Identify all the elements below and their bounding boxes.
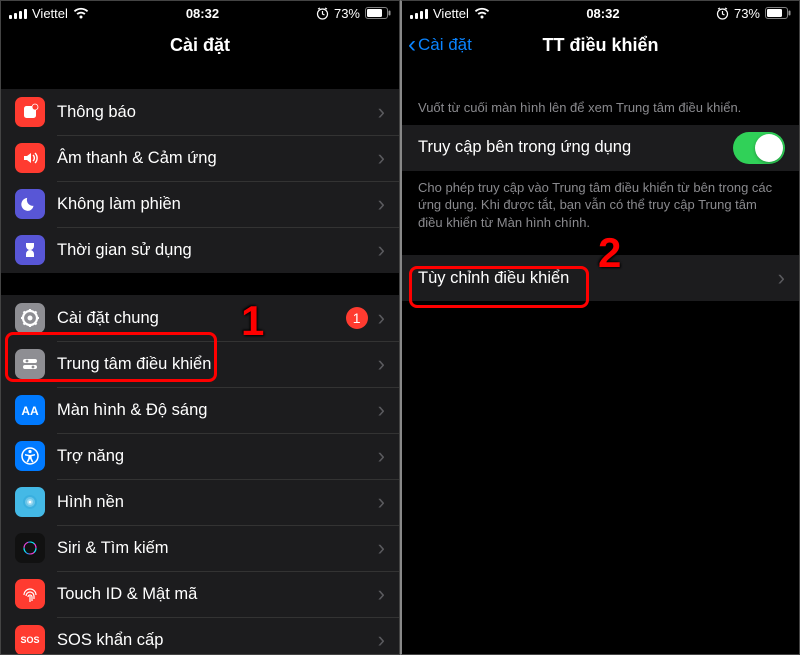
screentime-icon [15,235,45,265]
chevron-right-icon: › [378,351,385,377]
sos-icon: SOS [15,625,45,655]
row-accessibility[interactable]: Trợ năng › [1,433,399,479]
row-label: Trung tâm điều khiển [57,355,378,374]
chevron-right-icon: › [378,489,385,515]
row-display[interactable]: AA Màn hình & Độ sáng › [1,387,399,433]
row-label: Truy cập bên trong ứng dụng [418,138,733,157]
wallpaper-icon [15,487,45,517]
battery-icon [365,7,391,19]
row-label: Trợ năng [57,447,378,466]
chevron-right-icon: › [378,443,385,469]
siri-icon [15,533,45,563]
wifi-icon [474,7,490,19]
row-notifications[interactable]: Thông báo › [1,89,399,135]
row-label: Thời gian sử dụng [57,241,378,260]
row-sounds[interactable]: Âm thanh & Cảm ứng › [1,135,399,181]
chevron-right-icon: › [378,99,385,125]
status-bar: Viettel 08:32 73% [1,1,399,23]
carrier-label: Viettel [433,6,469,21]
clock-label: 08:32 [586,6,619,21]
status-bar: Viettel 08:32 73% [402,1,799,23]
nav-header: ‹ Cài đặt TT điều khiển [402,23,799,67]
notifications-icon [15,97,45,127]
row-access-toggle[interactable]: Truy cập bên trong ứng dụng [402,125,799,171]
svg-text:AA: AA [21,404,39,418]
group-customize: Tùy chỉnh điều khiển › [402,255,799,301]
page-title: TT điều khiển [542,35,658,56]
row-dnd[interactable]: Không làm phiền › [1,181,399,227]
toggle-switch[interactable] [733,132,785,164]
screen-control-center: Viettel 08:32 73% ‹ Cài đặt TT điều khiể… [400,0,800,655]
row-label: Touch ID & Mật mã [57,585,378,604]
back-label: Cài đặt [418,35,472,55]
row-label: SOS khẩn cấp [57,631,378,650]
chevron-right-icon: › [378,535,385,561]
chevron-left-icon: ‹ [408,33,416,57]
back-button[interactable]: ‹ Cài đặt [408,33,472,57]
row-screentime[interactable]: Thời gian sử dụng › [1,227,399,273]
fingerprint-icon [15,579,45,609]
alarm-icon [316,7,329,20]
page-title: Cài đặt [170,35,230,56]
carrier-label: Viettel [32,6,68,21]
screen-settings-main: Viettel 08:32 73% Cài đặt Thông báo › [0,0,400,655]
chevron-right-icon: › [378,627,385,653]
row-label: Tùy chỉnh điều khiển [418,269,778,288]
row-label: Âm thanh & Cảm ứng [57,149,378,168]
display-icon: AA [15,395,45,425]
row-siri[interactable]: Siri & Tìm kiếm › [1,525,399,571]
row-general[interactable]: Cài đặt chung 1 › [1,295,399,341]
row-sos[interactable]: SOS SOS khẩn cấp › [1,617,399,655]
row-label: Không làm phiền [57,195,378,214]
signal-icon [410,8,428,19]
nav-header: Cài đặt [1,23,399,67]
row-label: Cài đặt chung [57,309,346,328]
header-description: Vuốt từ cuối màn hình lên để xem Trung t… [402,91,799,125]
battery-icon [765,7,791,19]
settings-group-2: Cài đặt chung 1 › Trung tâm điều khiển ›… [1,295,399,655]
row-touchid[interactable]: Touch ID & Mật mã › [1,571,399,617]
chevron-right-icon: › [378,237,385,263]
battery-pct: 73% [734,6,760,21]
row-controlcenter[interactable]: Trung tâm điều khiển › [1,341,399,387]
chevron-right-icon: › [378,191,385,217]
chevron-right-icon: › [378,397,385,423]
row-label: Hình nền [57,493,378,512]
chevron-right-icon: › [378,305,385,331]
alarm-icon [716,7,729,20]
chevron-right-icon: › [378,145,385,171]
row-customize[interactable]: Tùy chỉnh điều khiển › [402,255,799,301]
row-wallpaper[interactable]: Hình nền › [1,479,399,525]
settings-group-1: Thông báo › Âm thanh & Cảm ứng › Không l… [1,89,399,273]
row-label: Thông báo [57,103,378,122]
dnd-icon [15,189,45,219]
gear-icon [15,303,45,333]
svg-text:SOS: SOS [20,635,39,645]
row-label: Siri & Tìm kiếm [57,539,378,558]
controlcenter-icon [15,349,45,379]
group-access: Truy cập bên trong ứng dụng [402,125,799,171]
sounds-icon [15,143,45,173]
clock-label: 08:32 [186,6,219,21]
wifi-icon [73,7,89,19]
toggle-description: Cho phép truy cập vào Trung tâm điều khi… [402,171,799,240]
battery-pct: 73% [334,6,360,21]
chevron-right-icon: › [378,581,385,607]
chevron-right-icon: › [778,265,785,291]
accessibility-icon [15,441,45,471]
update-badge: 1 [346,307,368,329]
row-label: Màn hình & Độ sáng [57,401,378,420]
signal-icon [9,8,27,19]
